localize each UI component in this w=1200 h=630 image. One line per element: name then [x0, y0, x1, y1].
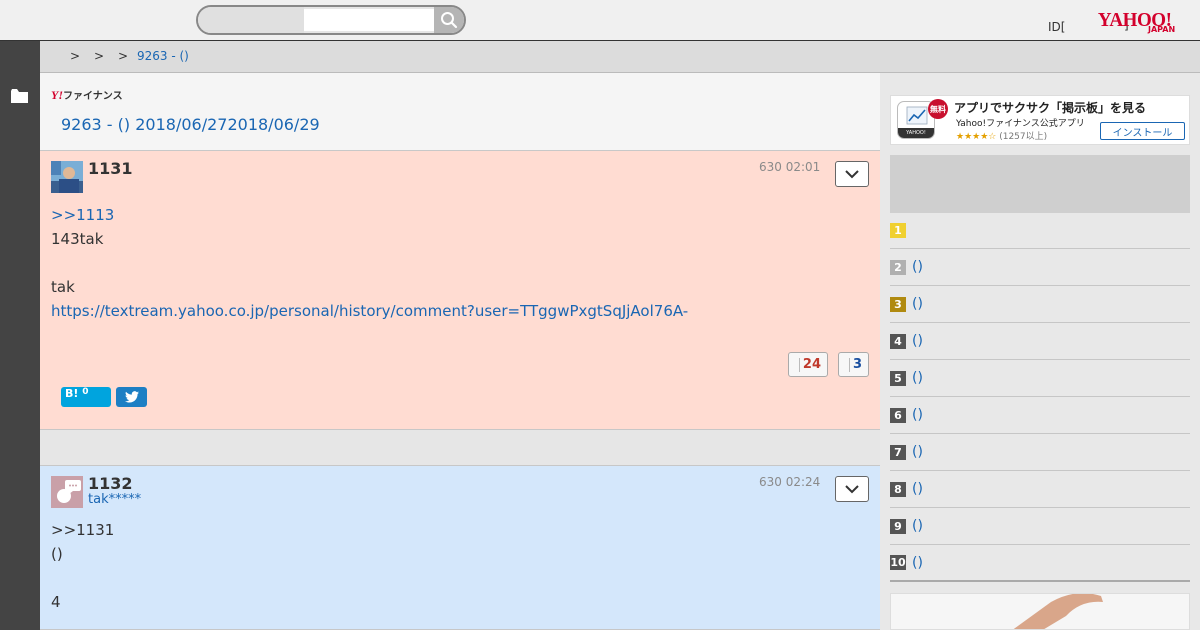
ranking-label[interactable]: (): [912, 259, 923, 275]
reply-link[interactable]: >>1113: [51, 206, 114, 224]
post-text-line: tak: [51, 278, 75, 296]
search-box: [196, 5, 466, 35]
post-text-line: (): [51, 545, 63, 563]
ranking-item[interactable]: 3 (): [890, 286, 1190, 323]
app-promo-title: アプリでサクサク「掲示板」を見る: [954, 101, 1147, 115]
breadcrumb-separator: >: [118, 49, 129, 63]
ranking-label[interactable]: (): [912, 333, 923, 349]
sidebar-image[interactable]: [890, 593, 1190, 630]
ranking-label[interactable]: (): [912, 444, 923, 460]
ranking-number: 7: [890, 444, 906, 460]
right-sidebar: YAHOO! 無料 アプリでサクサク「掲示板」を見る Yahoo!ファイナンス公…: [880, 73, 1200, 630]
ad-placeholder[interactable]: [890, 155, 1190, 213]
login-link[interactable]: ID[: [1048, 20, 1065, 34]
post-author[interactable]: tak*****: [88, 492, 141, 507]
reply-link[interactable]: >>1131: [51, 521, 114, 539]
yahoo-logo-japan: JAPAN: [1148, 25, 1176, 34]
post-url-link[interactable]: https://textream.yahoo.co.jp/personal/hi…: [51, 302, 688, 320]
ranking-label[interactable]: (): [912, 296, 923, 312]
ranking-label[interactable]: (): [912, 481, 923, 497]
free-badge: 無料: [928, 99, 948, 119]
install-button[interactable]: インストール: [1100, 122, 1185, 140]
search-category[interactable]: [198, 7, 304, 33]
breadcrumb-separator: >: [70, 49, 81, 63]
ranking-number: 4: [890, 333, 906, 349]
ranking-number: 8: [890, 481, 906, 497]
main-column: Y!ファイナンス 9263 - () 2018/06/272018/06/29 …: [40, 73, 880, 630]
ranking-number: 1: [890, 223, 906, 238]
search-input[interactable]: [304, 9, 434, 31]
ranking-list: 1 2 () 3 () 4 () 5 () 6 () 7 () 8 () 9 () 10 (): [890, 213, 1190, 582]
chevron-down-icon: [845, 169, 859, 178]
hatena-bookmark-button[interactable]: B! 0: [61, 387, 111, 407]
ranking-label[interactable]: (): [912, 518, 923, 534]
post-number: 1131: [88, 159, 133, 178]
ranking-item[interactable]: 8 (): [890, 471, 1190, 508]
post-time: 630 02:01: [759, 160, 821, 174]
board-title[interactable]: 9263 - () 2018/06/272018/06/29: [61, 115, 320, 134]
ranking-label[interactable]: (): [912, 407, 923, 423]
post-separator: [40, 430, 880, 465]
photo-thumbnail: [891, 594, 1189, 629]
breadcrumb-current[interactable]: 9263 - (): [137, 49, 189, 63]
post-text-line: 143tak: [51, 230, 104, 248]
post-item: 1132 tak***** 630 02:24 >>1131 () 4: [40, 465, 880, 630]
post-time: 630 02:24: [759, 475, 821, 489]
breadcrumb-separator: >: [94, 49, 105, 63]
ranking-item[interactable]: 5 (): [890, 360, 1190, 397]
like-button[interactable]: 24: [788, 352, 828, 377]
ranking-item[interactable]: 7 (): [890, 434, 1190, 471]
search-button[interactable]: [434, 7, 464, 33]
star-rating-icon: ★★★★☆: [956, 132, 997, 142]
ranking-item[interactable]: 2 (): [890, 249, 1190, 286]
finance-logo[interactable]: Y!ファイナンス: [51, 87, 123, 103]
post-item: 1131 630 02:01 >>1113 143tak tak https:/…: [40, 151, 880, 430]
ranking-number: 3: [890, 296, 906, 312]
ranking-label[interactable]: (): [912, 555, 923, 571]
app-promo-banner[interactable]: YAHOO! 無料 アプリでサクサク「掲示板」を見る Yahoo!ファイナンス公…: [890, 95, 1190, 145]
twitter-bird-icon: [124, 391, 139, 403]
ranking-number: 9: [890, 518, 906, 534]
dislike-count: 3: [852, 357, 862, 372]
ranking-number: 5: [890, 370, 906, 386]
ranking-label[interactable]: (): [912, 370, 923, 386]
ranking-item[interactable]: 6 (): [890, 397, 1190, 434]
app-rating: ★★★★☆ (1257以上): [956, 132, 1048, 142]
avatar[interactable]: [51, 161, 83, 193]
board-header: Y!ファイナンス 9263 - () 2018/06/272018/06/29: [40, 73, 880, 151]
twitter-share-button[interactable]: [116, 387, 147, 407]
ranking-item[interactable]: 1: [890, 213, 1190, 249]
ranking-number: 10: [890, 555, 906, 570]
app-promo-subtitle: Yahoo!ファイナンス公式アプリ: [956, 119, 1085, 129]
ranking-number: 2: [890, 259, 906, 275]
chevron-down-icon: [845, 484, 859, 493]
hatena-count: 0: [82, 387, 89, 397]
left-rail: [0, 41, 40, 630]
top-bar: ID[ ] YAHOO! JAPAN: [0, 0, 1200, 41]
app-icon-label: YAHOO!: [898, 128, 934, 138]
folder-icon[interactable]: [11, 89, 28, 103]
hatena-icon: B!: [65, 387, 79, 400]
post-menu-button[interactable]: [835, 476, 869, 502]
ranking-item[interactable]: 4 (): [890, 323, 1190, 360]
ranking-number: 6: [890, 407, 906, 423]
post-text-line: 4: [51, 593, 61, 611]
breadcrumb: > > > 9263 - (): [40, 41, 1200, 73]
like-count: 24: [802, 357, 821, 372]
post-number: 1132: [88, 474, 133, 493]
avatar[interactable]: [51, 476, 83, 508]
ranking-item[interactable]: 9 (): [890, 508, 1190, 545]
post-menu-button[interactable]: [835, 161, 869, 187]
search-icon: [441, 12, 458, 29]
ranking-item[interactable]: 10 (): [890, 545, 1190, 582]
dislike-button[interactable]: 3: [838, 352, 869, 377]
